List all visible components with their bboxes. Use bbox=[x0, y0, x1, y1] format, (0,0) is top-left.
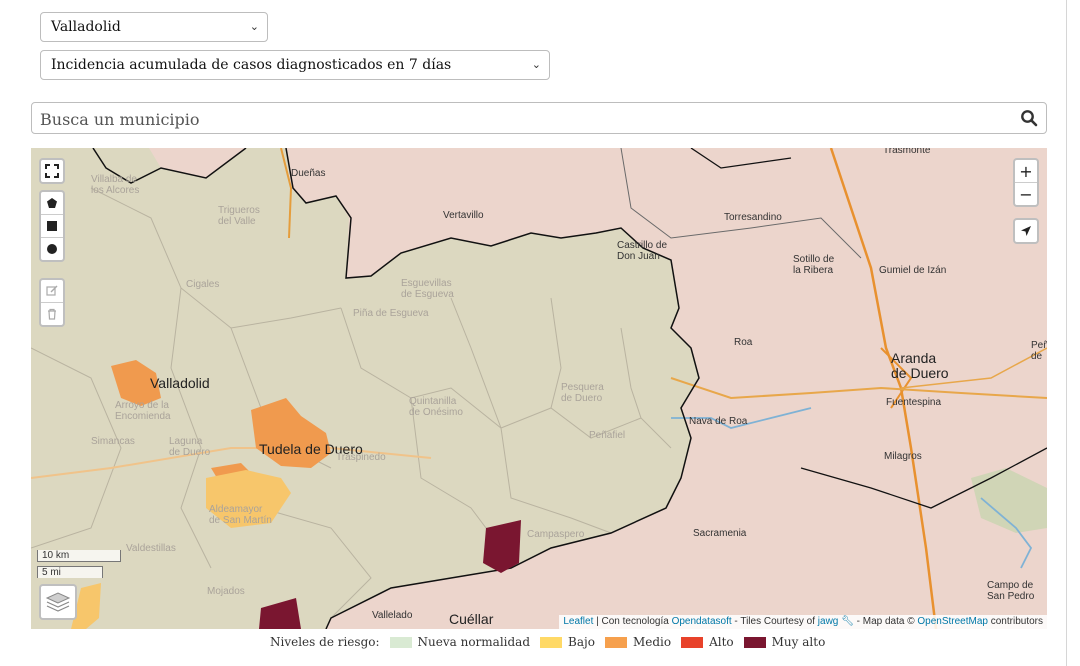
legend-label: Alto bbox=[709, 635, 734, 649]
metric-select-value: Incidencia acumulada de casos diagnostic… bbox=[51, 57, 452, 73]
legend-label: Nueva normalidad bbox=[417, 635, 531, 649]
fullscreen-icon bbox=[41, 160, 63, 182]
map-attribution: Leaflet | Con tecnología Opendatasoft - … bbox=[559, 615, 1047, 629]
risk-legend: Niveles de riesgo: Nueva normalidad Bajo… bbox=[270, 634, 825, 650]
place-label: Milagros bbox=[884, 451, 922, 462]
place-label: Torresandino bbox=[724, 212, 782, 223]
metric-select[interactable]: Incidencia acumulada de casos diagnostic… bbox=[40, 50, 550, 80]
draw-toolbar bbox=[39, 190, 65, 262]
place-label: Castrillo de Don Juan bbox=[617, 240, 668, 262]
place-label: Roa bbox=[734, 337, 753, 348]
risk-map[interactable]: Dueñas Vertavillo Torresandino Castrillo… bbox=[31, 148, 1047, 629]
place-label: Valladolid bbox=[150, 375, 210, 391]
place-label: Sacramenia bbox=[693, 528, 747, 539]
edit-layers-button[interactable] bbox=[41, 280, 63, 302]
municipality-search[interactable] bbox=[31, 102, 1047, 134]
fullscreen-button[interactable] bbox=[39, 158, 65, 184]
place-label: Aldeamayor de San Martín bbox=[209, 504, 272, 526]
circle-icon bbox=[47, 244, 57, 254]
place-label: Campo de San Pedro bbox=[987, 580, 1035, 602]
chevron-down-icon: ⌄ bbox=[249, 20, 259, 33]
zoom-in-button[interactable]: + bbox=[1015, 160, 1037, 182]
legend-swatch bbox=[540, 636, 563, 648]
place-label: Trasmonte bbox=[883, 148, 931, 156]
legend-swatch bbox=[681, 636, 704, 648]
legend-label: Bajo bbox=[568, 635, 595, 649]
place-label: Valdestillas bbox=[126, 543, 176, 554]
draw-polygon-button[interactable] bbox=[41, 192, 63, 214]
chevron-down-icon: ⌄ bbox=[531, 58, 541, 71]
delete-layers-button[interactable] bbox=[41, 302, 63, 325]
place-label: Vallelado bbox=[372, 610, 413, 621]
jawg-link[interactable]: jawg bbox=[818, 616, 839, 627]
zoom-out-button[interactable]: − bbox=[1015, 182, 1037, 205]
layers-icon bbox=[45, 592, 71, 612]
province-select[interactable]: Valladolid ⌄ bbox=[40, 12, 268, 42]
scale-km: 10 km bbox=[37, 550, 121, 562]
place-label: Cigales bbox=[186, 279, 220, 290]
place-label: Arroyo de la Encomienda bbox=[115, 400, 171, 422]
place-label: Dueñas bbox=[291, 168, 326, 179]
place-label: Quintanilla de Onésimo bbox=[409, 396, 463, 418]
risk-zone-muy-alto[interactable] bbox=[483, 520, 521, 573]
page-right-border bbox=[1066, 0, 1067, 666]
search-icon[interactable] bbox=[1020, 109, 1038, 131]
place-label: Cuéllar bbox=[449, 611, 494, 627]
legend-swatch bbox=[604, 636, 627, 648]
legend-title: Niveles de riesgo: bbox=[270, 635, 380, 649]
legend-swatch bbox=[743, 636, 766, 648]
place-label: Sotillo de la Ribera bbox=[793, 254, 835, 276]
place-label: Aranda de Duero bbox=[891, 350, 949, 381]
legend-swatch bbox=[389, 636, 412, 648]
place-label: Gumiel de Izán bbox=[879, 265, 947, 276]
trash-icon bbox=[48, 308, 56, 320]
zoom-control: + − bbox=[1013, 158, 1039, 207]
draw-rectangle-button[interactable] bbox=[41, 214, 63, 237]
place-label: Esguevillas de Esgueva bbox=[401, 278, 454, 300]
province-select-value: Valladolid bbox=[51, 19, 121, 35]
search-input[interactable] bbox=[38, 108, 1002, 130]
place-label: Mojados bbox=[207, 586, 245, 597]
scale-mi: 5 mi bbox=[37, 566, 103, 578]
location-arrow-icon bbox=[1015, 220, 1037, 242]
jawg-logo-icon: 🔧︎ bbox=[841, 616, 854, 627]
place-label: Laguna de Duero bbox=[169, 436, 211, 458]
place-label: Peñ de bbox=[1031, 340, 1047, 362]
place-label: Pesquera de Duero bbox=[561, 382, 604, 404]
edit-toolbar bbox=[39, 278, 65, 327]
layers-button[interactable] bbox=[39, 584, 77, 620]
locate-button[interactable] bbox=[1013, 218, 1039, 244]
pentagon-icon bbox=[47, 198, 57, 208]
opendatasoft-link[interactable]: Opendatasoft bbox=[672, 616, 732, 627]
draw-circle-button[interactable] bbox=[41, 237, 63, 260]
legend-label: Muy alto bbox=[771, 635, 826, 649]
place-label: Fuentespina bbox=[886, 397, 942, 408]
place-label: Peñafiel bbox=[589, 430, 626, 441]
leaflet-link[interactable]: Leaflet bbox=[563, 616, 593, 627]
place-label: Trigueros del Valle bbox=[218, 205, 260, 227]
place-label: Campaspero bbox=[527, 529, 585, 540]
place-label: Traspinedo bbox=[336, 452, 386, 463]
edit-icon bbox=[46, 285, 58, 296]
legend-label: Medio bbox=[632, 635, 672, 649]
place-label: Vertavillo bbox=[443, 210, 484, 221]
place-label: Simancas bbox=[91, 436, 135, 447]
place-label: Villalba de los Alcores bbox=[91, 174, 140, 196]
place-label: Nava de Roa bbox=[689, 416, 748, 427]
square-icon bbox=[47, 221, 57, 231]
osm-link[interactable]: OpenStreetMap bbox=[917, 616, 988, 627]
place-label: Piña de Esgueva bbox=[353, 308, 429, 319]
